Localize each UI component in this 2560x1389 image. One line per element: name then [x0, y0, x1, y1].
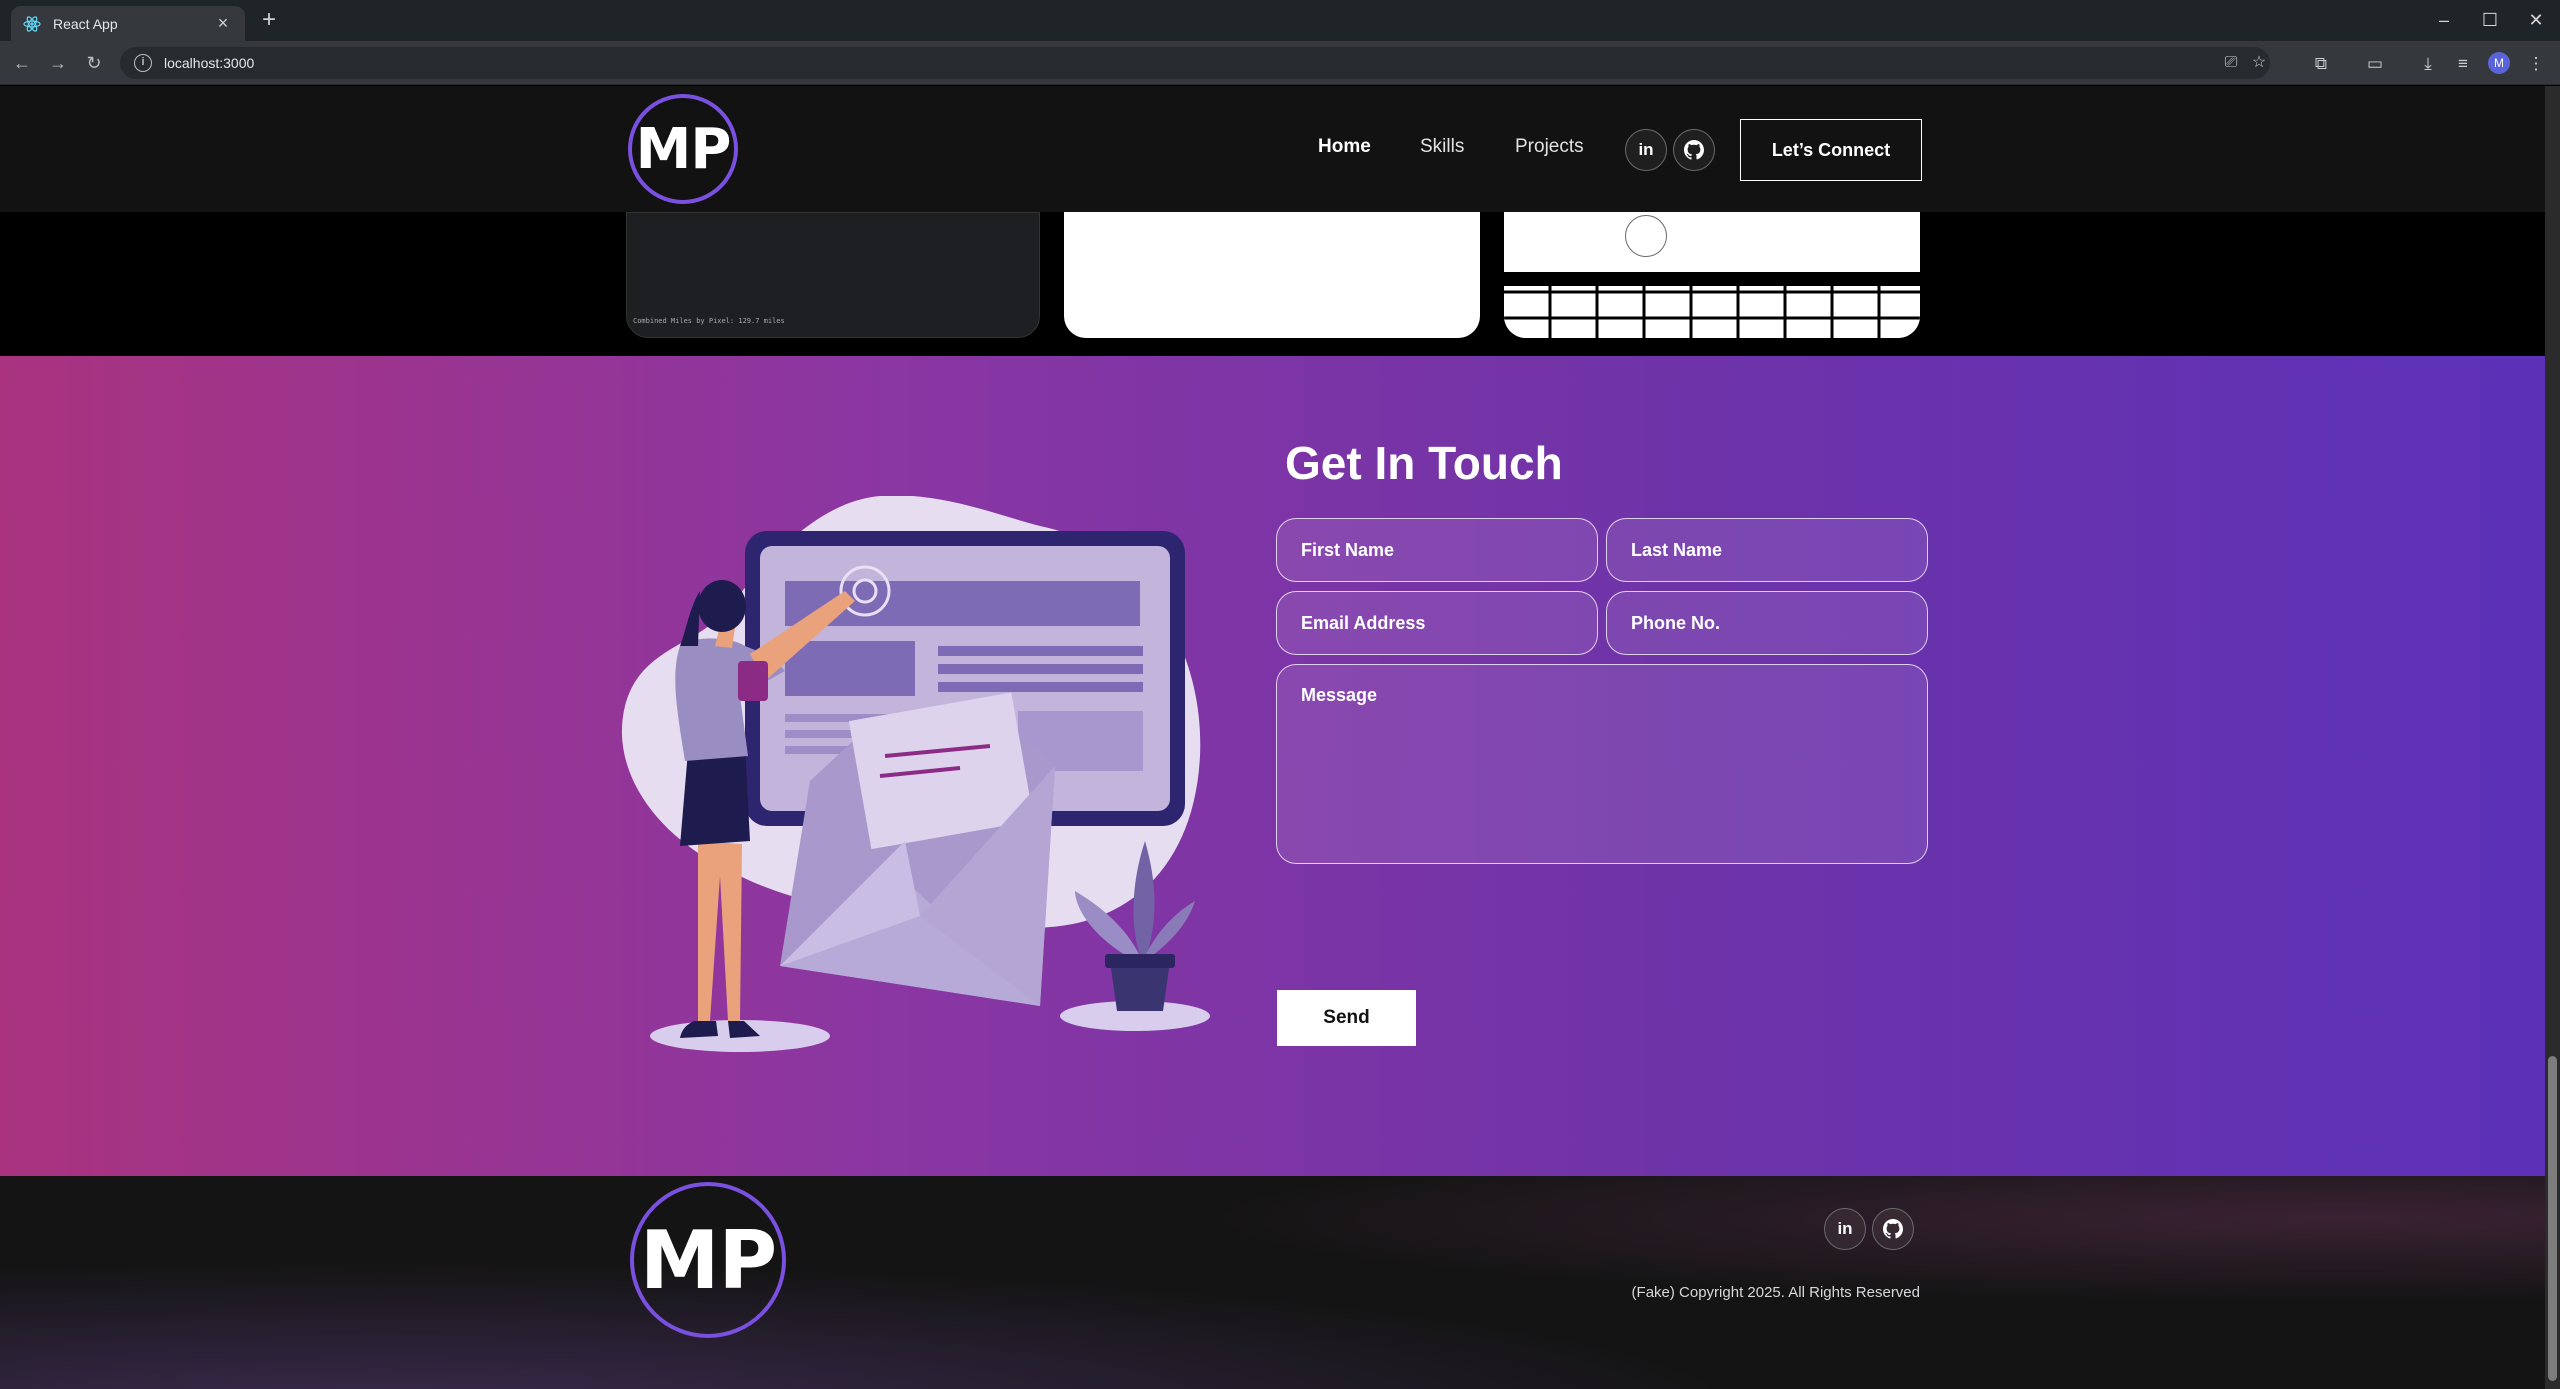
- new-tab-icon[interactable]: +: [256, 8, 282, 34]
- browser-toolbar: ← → ↻ i localhost:3000 ⎚ ☆: [0, 41, 2560, 85]
- logo-text: MP: [635, 116, 732, 182]
- back-icon[interactable]: ←: [10, 51, 34, 75]
- github-icon: [1684, 140, 1704, 160]
- footer-logo[interactable]: MP: [630, 1182, 786, 1338]
- window-close-icon[interactable]: ✕: [2516, 7, 2556, 33]
- browser-menu-icon[interactable]: ⋮: [2524, 52, 2548, 76]
- linkedin-icon: in: [1837, 1219, 1853, 1238]
- project-card[interactable]: [1064, 212, 1480, 338]
- nav-link-home[interactable]: Home: [1318, 136, 1371, 158]
- site-logo[interactable]: MP: [628, 94, 738, 204]
- page-viewport: Combined Miles by Pixel: 129.7 miles MP …: [0, 86, 2545, 1389]
- copyright-text: (Fake) Copyright 2025. All Rights Reserv…: [1631, 1284, 1920, 1301]
- downloads-icon[interactable]: ⤓: [2416, 52, 2440, 76]
- page-scrollbar[interactable]: [2545, 86, 2560, 1389]
- close-tab-icon[interactable]: ×: [213, 13, 233, 34]
- first-name-field[interactable]: First Name: [1276, 518, 1598, 582]
- tab-title: React App: [53, 15, 118, 32]
- project-card-grid-image: [1504, 212, 1920, 338]
- contact-section: Get In Touch First Name Last Name Email …: [0, 356, 2545, 1176]
- lets-connect-button[interactable]: Let’s Connect: [1740, 119, 1922, 181]
- site-footer: MP in (Fake) Copyright 2025. All Rights …: [0, 1176, 2545, 1389]
- nav-link-projects[interactable]: Projects: [1515, 136, 1584, 158]
- message-textarea[interactable]: Message: [1276, 664, 1928, 864]
- email-field[interactable]: Email Address: [1276, 591, 1598, 655]
- bookmark-star-icon[interactable]: ☆: [2248, 52, 2270, 74]
- browser-tab[interactable]: React App ×: [11, 6, 245, 41]
- project-card[interactable]: Combined Miles by Pixel: 129.7 miles: [626, 212, 1040, 338]
- forward-icon[interactable]: →: [46, 51, 70, 75]
- minimize-icon[interactable]: –: [2424, 7, 2464, 33]
- url-text: localhost:3000: [164, 55, 255, 71]
- contact-title: Get In Touch: [1285, 437, 1563, 489]
- address-bar[interactable]: i localhost:3000 ⎚ ☆: [120, 47, 2270, 79]
- maximize-icon[interactable]: ☐: [2470, 7, 2510, 33]
- contact-illustration: [621, 496, 1210, 1052]
- nav-link-skills[interactable]: Skills: [1420, 136, 1464, 158]
- linkedin-button[interactable]: [1625, 215, 1667, 257]
- github-button[interactable]: [1673, 129, 1715, 171]
- site-navbar: MP Home Skills Projects in Let’s Connect: [0, 86, 2545, 257]
- react-icon: [23, 15, 41, 33]
- project-card[interactable]: [1504, 212, 1920, 338]
- site-info-icon[interactable]: i: [134, 54, 152, 72]
- last-name-field[interactable]: Last Name: [1606, 518, 1928, 582]
- reload-icon[interactable]: ↻: [82, 51, 106, 75]
- tab-search-icon[interactable]: ▭: [2363, 52, 2387, 76]
- extensions-icon[interactable]: ⧉: [2309, 52, 2333, 76]
- send-button[interactable]: Send: [1277, 990, 1416, 1046]
- linkedin-icon: in: [1638, 140, 1654, 159]
- footer-github-button[interactable]: [1872, 1208, 1914, 1250]
- browser-tabbar: React App × + – ☐ ✕: [0, 0, 2560, 41]
- project-card-caption: Combined Miles by Pixel: 129.7 miles: [633, 317, 785, 325]
- linkedin-button[interactable]: in: [1625, 129, 1667, 171]
- install-app-icon[interactable]: ⎚: [2220, 52, 2242, 74]
- footer-linkedin-button[interactable]: in: [1824, 1208, 1866, 1250]
- phone-field[interactable]: Phone No.: [1606, 591, 1928, 655]
- media-controls-icon[interactable]: ≡: [2451, 52, 2475, 76]
- github-icon: [1883, 1219, 1903, 1239]
- footer-logo-text: MP: [639, 1213, 777, 1307]
- profile-avatar[interactable]: M: [2488, 52, 2510, 74]
- scrollbar-thumb[interactable]: [2548, 1056, 2557, 1381]
